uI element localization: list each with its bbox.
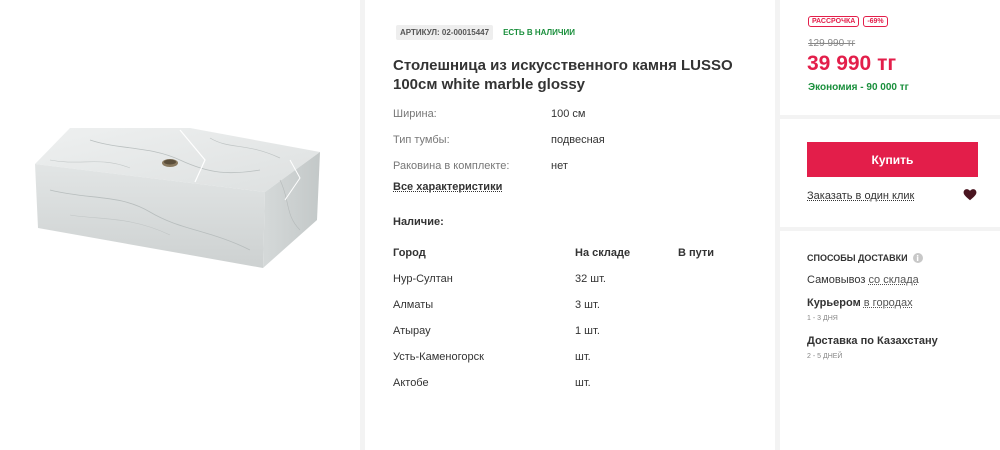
all-specs-link[interactable]: Все характеристики — [393, 181, 502, 193]
old-price: 129 990 тг — [808, 38, 856, 49]
spec-row: Тип тумбы: подвесная — [393, 127, 723, 153]
spec-label: Ширина: — [393, 108, 437, 120]
badge-row: АРТИКУЛ: 02-00015447 ЕСТЬ В НАЛИЧИИ — [396, 25, 575, 40]
product-image[interactable] — [30, 120, 330, 270]
product-info: АРТИКУЛ: 02-00015447 ЕСТЬ В НАЛИЧИИ Стол… — [365, 0, 775, 450]
in-store-cell: 32 шт. — [575, 273, 606, 285]
spec-row: Раковина в комплекте: нет — [393, 153, 723, 179]
courier-label: Курьером — [807, 297, 861, 309]
discount-badge: -69% — [863, 16, 888, 27]
city-cell: Актобе — [393, 377, 429, 389]
table-row: Алматы 3 шт. — [393, 292, 733, 318]
sku-badge: АРТИКУЛ: 02-00015447 — [396, 25, 494, 40]
column-header-in-store: На складе — [575, 247, 631, 259]
in-store-cell: шт. — [575, 351, 591, 363]
delivery-courier: Курьером в городах — [807, 297, 913, 309]
availability-title: Наличие: — [393, 216, 444, 228]
column-header-in-transit: В пути — [678, 247, 715, 259]
price-badges: РАССРОЧКА -69% — [808, 16, 888, 27]
country-label: Доставка по Казахстану — [807, 335, 938, 347]
spec-label: Тип тумбы: — [393, 134, 450, 146]
city-cell: Атырау — [393, 325, 431, 337]
country-note: 2 - 5 ДНЕЙ — [807, 353, 843, 360]
spec-list: Ширина: 100 см Тип тумбы: подвесная Рако… — [393, 101, 723, 179]
spec-value: 100 см — [551, 108, 586, 120]
pickup-label: Самовывоз — [807, 274, 866, 286]
one-click-order-link[interactable]: Заказать в один клик — [807, 190, 914, 202]
courier-link[interactable]: в городах — [864, 297, 913, 309]
in-store-cell: шт. — [575, 377, 591, 389]
courier-note: 1 - 3 ДНЯ — [807, 315, 838, 322]
product-gallery — [0, 0, 360, 450]
buy-button[interactable]: Купить — [807, 142, 978, 177]
table-header-row: Город На складе В пути — [393, 240, 733, 266]
current-price: 39 990 тг — [807, 52, 897, 75]
installment-badge: РАССРОЧКА — [808, 16, 860, 27]
spec-value: нет — [551, 160, 568, 172]
table-row: Нур-Султан 32 шт. — [393, 266, 733, 292]
delivery-country: Доставка по Казахстану — [807, 335, 938, 347]
in-store-cell: 1 шт. — [575, 325, 600, 337]
city-cell: Усть-Каменогорск — [393, 351, 484, 363]
delivery-pickup: Самовывоз со склада — [807, 274, 919, 286]
product-title: Столешница из искусственного камня LUSSO… — [393, 57, 733, 93]
delivery-title-text: СПОСОБЫ ДОСТАВКИ — [807, 253, 908, 263]
info-icon[interactable]: i — [912, 253, 923, 263]
pickup-link[interactable]: со склада — [868, 274, 918, 286]
stock-status-badge: ЕСТЬ В НАЛИЧИИ — [503, 28, 575, 37]
buy-box: Купить Заказать в один клик — [780, 119, 1000, 227]
delivery-box: СПОСОБЫ ДОСТАВКИ i Самовывоз со склада К… — [780, 231, 1000, 450]
saving-text: Экономия - 90 000 тг — [808, 82, 909, 93]
spec-value: подвесная — [551, 134, 605, 146]
delivery-title: СПОСОБЫ ДОСТАВКИ i — [807, 253, 923, 263]
city-cell: Нур-Султан — [393, 273, 453, 285]
spec-row: Ширина: 100 см — [393, 101, 723, 127]
heart-icon[interactable] — [963, 188, 977, 202]
spec-label: Раковина в комплекте: — [393, 160, 510, 172]
table-row: Атырау 1 шт. — [393, 318, 733, 344]
table-row: Усть-Каменогорск шт. — [393, 344, 733, 370]
in-store-cell: 3 шт. — [575, 299, 600, 311]
table-row: Актобе шт. — [393, 370, 733, 396]
city-cell: Алматы — [393, 299, 434, 311]
column-header-city: Город — [393, 247, 426, 259]
price-box: РАССРОЧКА -69% 129 990 тг 39 990 тг Экон… — [780, 0, 1000, 115]
availability-table: Город На складе В пути Нур-Султан 32 шт.… — [393, 240, 733, 396]
